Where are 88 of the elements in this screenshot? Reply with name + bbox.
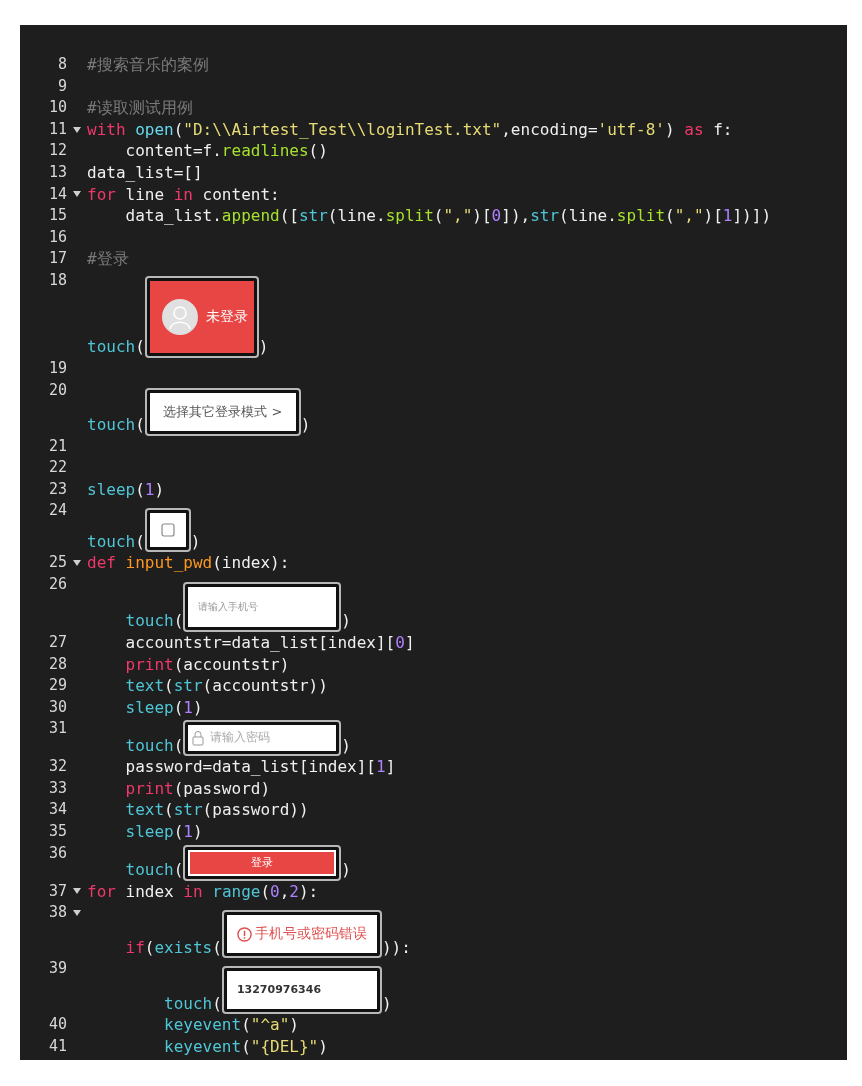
line-number: 33	[48, 777, 67, 799]
login-status-text: 未登录	[205, 307, 248, 327]
line-number: 38	[48, 902, 67, 924]
code-text: touch(	[163, 992, 222, 1015]
code-editor[interactable]	[20, 25, 847, 1060]
code-text: touch(	[87, 530, 145, 553]
line-number: 34	[48, 799, 67, 821]
checkbox-icon	[160, 523, 175, 538]
code-line: sleep(1)	[124, 696, 203, 719]
code-line: password=data_list[index][1]	[124, 756, 396, 778]
line-number: 17	[48, 248, 67, 270]
warning-icon	[236, 926, 252, 942]
avatar-icon	[161, 298, 198, 335]
line-number: 25	[48, 552, 67, 574]
line-number: 22	[48, 457, 67, 479]
line-number: 16	[48, 226, 67, 248]
line-number: 27	[48, 631, 67, 653]
line-number: 18	[48, 269, 67, 291]
code-text: )	[341, 859, 351, 881]
code-line: keyevent("^a")	[163, 1014, 299, 1036]
line-number: 41	[48, 1035, 67, 1057]
line-number: 29	[48, 675, 67, 697]
fold-arrow-icon[interactable]	[73, 910, 81, 917]
code-text: touch(	[124, 610, 184, 632]
code-text: )	[190, 530, 201, 553]
code-line: print(accountstr)	[124, 653, 290, 676]
code-line: text(str(password))	[124, 799, 309, 822]
password-placeholder-text: 请输入密码	[210, 729, 271, 747]
code-line: #读取测试用例	[87, 97, 193, 119]
code-text: )	[341, 610, 351, 632]
code-text: touch(	[87, 336, 145, 358]
code-text: touch(	[87, 413, 145, 436]
line-number: 14	[48, 183, 67, 205]
line-number: 40	[48, 1014, 67, 1036]
line-number: 11	[48, 118, 67, 140]
line-number: 28	[48, 653, 67, 675]
fold-arrow-icon[interactable]	[73, 888, 81, 895]
code-text: )	[258, 336, 269, 358]
line-number: 39	[48, 958, 67, 980]
fold-arrow-icon[interactable]	[73, 126, 81, 133]
code-text: touch(	[124, 734, 184, 757]
line-number: 37	[48, 880, 67, 902]
code-text: )):	[381, 936, 411, 959]
error-message-text: 手机号或密码错误	[254, 924, 367, 944]
phone-placeholder-text: 请输入手机号	[198, 600, 259, 615]
line-number: 20	[48, 379, 67, 401]
code-text: touch(	[124, 859, 184, 881]
login-button: 登录	[190, 851, 335, 874]
line-number: 31	[48, 718, 67, 740]
line-number: 21	[48, 435, 67, 457]
code-line: data_list.append([str(line.split(",")[0]),str(line.split(",")[1])])	[124, 205, 771, 227]
line-number: 8	[57, 54, 67, 75]
code-line: keyevent("{DEL}")	[163, 1035, 328, 1058]
code-line: text(str(accountstr))	[124, 675, 328, 697]
code-line: #搜索音乐的案例	[87, 54, 209, 76]
line-number: 12	[48, 140, 67, 162]
code-line: sleep(1)	[124, 821, 203, 843]
code-line: with open("D:\\Airtest_Test\\loginTest.txt",encoding='utf-8') as f:	[87, 118, 733, 141]
code-line: print(password)	[124, 777, 271, 800]
line-number: 9	[57, 75, 67, 97]
phone-number-text: 13270976346	[236, 982, 322, 999]
line-number: 24	[48, 500, 67, 522]
line-number: 30	[48, 696, 67, 718]
code-line: data_list=[]	[87, 161, 203, 184]
code-line: #登录	[87, 248, 129, 270]
code-text: )	[300, 413, 311, 436]
line-number: 35	[48, 821, 67, 843]
code-line: def input_pwd(index):	[87, 552, 290, 574]
line-number: 10	[48, 97, 67, 119]
code-line: content=f.readlines()	[124, 140, 328, 162]
code-text: )	[381, 992, 392, 1015]
line-number: 32	[48, 756, 67, 778]
lock-icon	[192, 730, 205, 747]
code-line: accountstr=data_list[index][0]	[124, 631, 415, 654]
line-number: 26	[48, 573, 67, 595]
code-line: sleep(1)	[87, 478, 165, 501]
code-text: )	[341, 734, 351, 757]
fold-arrow-icon[interactable]	[73, 191, 81, 198]
code-line: for line in content:	[87, 183, 280, 206]
line-number: 36	[48, 842, 67, 864]
line-number: 15	[48, 205, 67, 227]
line-number: 13	[48, 161, 67, 183]
code-text: if(exists(	[124, 936, 222, 959]
line-number: 23	[48, 478, 67, 500]
code-line: for index in range(0,2):	[87, 880, 319, 903]
line-number: 19	[48, 357, 67, 379]
fold-arrow-icon[interactable]	[73, 560, 81, 567]
login-mode-text: 选择其它登录模式 >	[163, 402, 283, 421]
